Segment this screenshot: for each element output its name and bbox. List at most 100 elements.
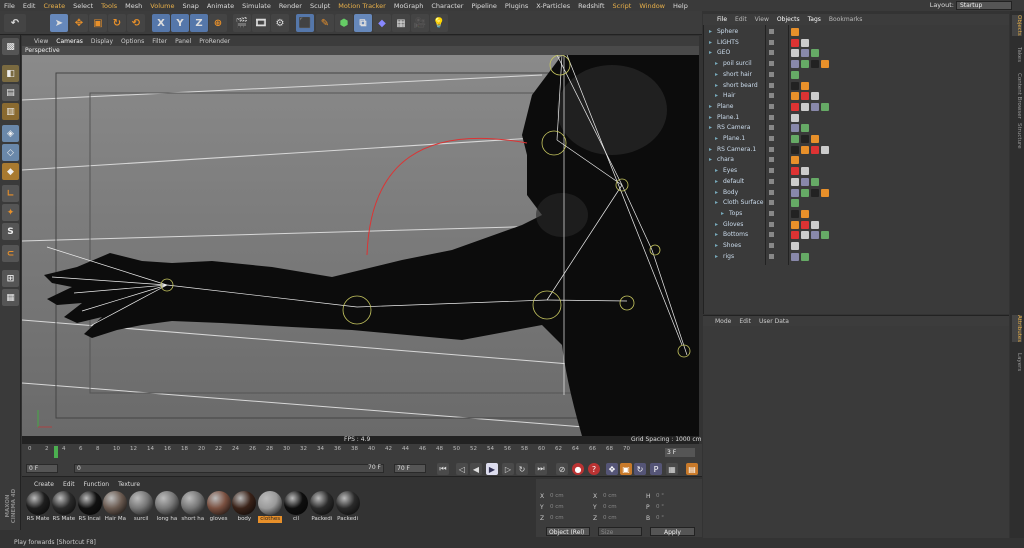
object-tag-icon[interactable] [811,49,819,58]
goto-end-icon[interactable]: ⏭ [535,463,547,475]
coord-rot-b-field[interactable]: 0 ° [656,515,664,521]
object-row[interactable]: ▸ RS Camera.1 [703,145,1009,156]
object-tag-icon[interactable] [821,102,829,111]
visibility-toggle-icon[interactable] [769,189,774,195]
prev-key-icon[interactable]: ◁ [456,463,468,475]
visibility-toggle-icon[interactable] [769,221,774,227]
object-tag-icon[interactable] [801,252,809,261]
points-mode-icon[interactable]: ◈ [2,125,19,142]
make-editable-icon[interactable]: ▩ [2,38,19,55]
object-row[interactable]: ▸ Body [703,188,1009,199]
magnet-icon[interactable]: ⊂ [2,245,19,262]
visibility-toggle-icon[interactable] [769,125,774,131]
menu-x-particles[interactable]: X-Particles [536,2,570,10]
object-tag-icon[interactable] [801,220,809,229]
viewport-menu-display[interactable]: Display [91,38,113,45]
menu-tools[interactable]: Tools [101,2,117,10]
parameter-key-icon[interactable]: P [650,463,662,475]
object-row[interactable]: ▸ Plane.1 [703,134,1009,145]
object-tag-icon[interactable] [821,231,829,240]
menu-pipeline[interactable]: Pipeline [471,2,496,10]
object-tag-icon[interactable] [791,38,799,47]
material-swatch[interactable]: RS Incai [77,491,102,523]
recent-tool-icon[interactable]: ⟲ [127,14,145,32]
menu-script[interactable]: Script [613,2,632,10]
menu-render[interactable]: Render [279,2,302,10]
visibility-toggle-icon[interactable] [769,232,774,238]
viewport-menu-cameras[interactable]: Cameras [56,38,83,45]
visibility-toggle-icon[interactable] [769,29,774,34]
menu-select[interactable]: Select [73,2,93,10]
object-row[interactable]: ▸ default [703,177,1009,188]
model-mode-icon[interactable]: ◧ [2,65,19,82]
object-tag-icon[interactable] [801,209,809,218]
objects-menu-edit[interactable]: Edit [735,16,747,23]
object-row[interactable]: ▸ Hair [703,91,1009,102]
visibility-toggle-icon[interactable] [769,168,774,174]
object-row[interactable]: ▸ LIGHTS [703,38,1009,49]
preview-range-slider[interactable]: 0 [74,464,384,473]
keyframe-selection-icon[interactable]: ? [588,463,600,475]
visibility-toggle-icon[interactable] [769,93,774,99]
visibility-toggle-icon[interactable] [769,210,774,216]
cube-primitive-icon[interactable]: ⬛ [296,14,314,32]
object-row[interactable]: ▸ Sphere [703,27,1009,38]
start-frame-field[interactable]: 0 F [26,464,58,473]
play-forwards-icon[interactable]: ▶ [486,463,498,475]
axis-x-button[interactable]: X [152,14,170,32]
object-tag-icon[interactable] [791,102,799,111]
object-tag-icon[interactable] [791,177,799,186]
object-tag-icon[interactable] [791,70,799,79]
object-row[interactable]: ▸ Gloves [703,220,1009,231]
visibility-toggle-icon[interactable] [769,200,774,206]
visibility-toggle-icon[interactable] [769,39,774,45]
object-row[interactable]: ▸ short beard [703,81,1009,92]
object-tag-icon[interactable] [791,199,799,208]
camera-icon[interactable]: 🎥 [411,14,429,32]
axis-y-button[interactable]: Y [171,14,189,32]
point-level-icon[interactable]: ▦ [666,463,678,475]
material-swatch[interactable]: cil [284,491,308,523]
menu-file[interactable]: File [4,2,15,10]
array-icon[interactable]: ⧉ [354,14,372,32]
coord-pos-z-field[interactable]: 0 cm [550,515,564,521]
object-tag-icon[interactable] [801,38,809,47]
object-tag-icon[interactable] [801,81,809,90]
object-row[interactable]: ▸ GEO [703,48,1009,59]
tab-content-browser[interactable]: Content Browser [1012,73,1022,119]
workplane-icon[interactable]: ▥ [2,103,19,120]
lock-workplane-icon[interactable]: ⊞ [2,270,19,287]
object-tag-icon[interactable] [801,135,809,143]
tab-takes[interactable]: Takes [1012,47,1022,62]
scale-key-icon[interactable]: ▣ [620,463,632,475]
object-tag-icon[interactable] [801,92,809,101]
object-tag-icon[interactable] [791,156,799,165]
object-tag-icon[interactable] [801,124,809,133]
object-tag-icon[interactable] [791,209,799,218]
visibility-toggle-icon[interactable] [769,136,774,141]
object-row[interactable]: ▸ Shoes [703,241,1009,252]
timeline-playhead[interactable] [54,446,58,458]
apply-button[interactable]: Apply [650,527,695,536]
axis-z-button[interactable]: Z [190,14,208,32]
menu-simulate[interactable]: Simulate [242,2,271,10]
coordinate-mode-select[interactable]: Object (Rel) [546,527,590,536]
max-frame-field[interactable]: 70 F [394,464,426,473]
material-swatch[interactable]: gloves [206,491,231,523]
material-menu-function[interactable]: Function [84,481,110,488]
undo-icon[interactable]: ↶ [4,14,26,32]
visibility-toggle-icon[interactable] [769,146,774,152]
visibility-toggle-icon[interactable] [769,114,774,120]
select-arrow-icon[interactable]: ➤ [50,14,68,32]
coord-size-z-field[interactable]: 0 cm [603,515,617,521]
menu-character[interactable]: Character [431,2,463,10]
edges-mode-icon[interactable]: ◇ [2,144,19,161]
object-tag-icon[interactable] [811,145,819,154]
object-tag-icon[interactable] [791,81,799,90]
visibility-toggle-icon[interactable] [769,82,774,88]
object-tag-icon[interactable] [791,60,799,69]
object-tag-icon[interactable] [811,188,819,197]
menu-plugins[interactable]: Plugins [505,2,528,10]
object-tag-icon[interactable] [791,92,799,101]
material-swatch[interactable]: clothes [258,491,283,523]
